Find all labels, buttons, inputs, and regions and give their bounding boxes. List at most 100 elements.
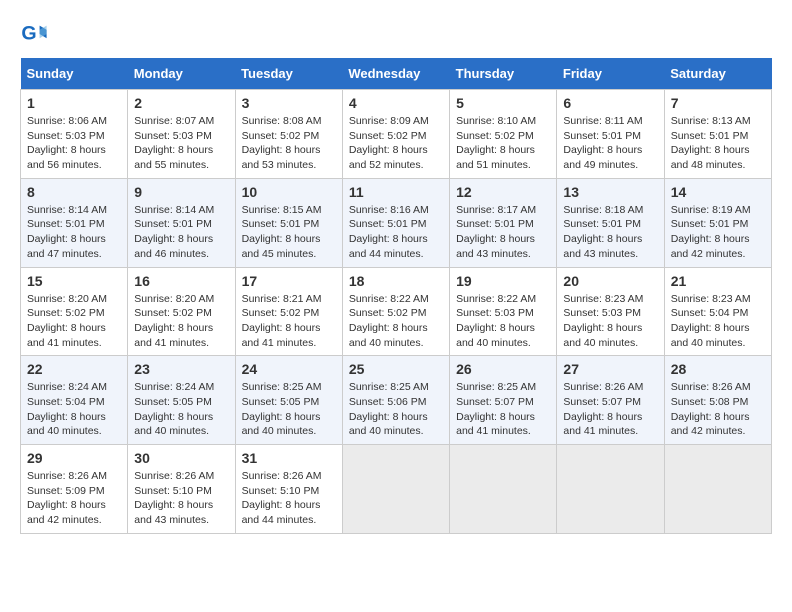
day-number: 15 (27, 273, 121, 289)
day-number: 2 (134, 95, 228, 111)
calendar-cell: 20 Sunrise: 8:23 AM Sunset: 5:03 PM Dayl… (557, 267, 664, 356)
calendar-cell: 2 Sunrise: 8:07 AM Sunset: 5:03 PM Dayli… (128, 90, 235, 179)
day-info: Sunrise: 8:13 AM Sunset: 5:01 PM Dayligh… (671, 114, 765, 173)
calendar-cell: 18 Sunrise: 8:22 AM Sunset: 5:02 PM Dayl… (342, 267, 449, 356)
day-info: Sunrise: 8:19 AM Sunset: 5:01 PM Dayligh… (671, 203, 765, 262)
col-header-tuesday: Tuesday (235, 58, 342, 90)
day-number: 25 (349, 361, 443, 377)
logo-icon: G (20, 20, 48, 48)
day-info: Sunrise: 8:18 AM Sunset: 5:01 PM Dayligh… (563, 203, 657, 262)
calendar-cell: 16 Sunrise: 8:20 AM Sunset: 5:02 PM Dayl… (128, 267, 235, 356)
col-header-thursday: Thursday (450, 58, 557, 90)
week-row-1: 1 Sunrise: 8:06 AM Sunset: 5:03 PM Dayli… (21, 90, 772, 179)
day-info: Sunrise: 8:26 AM Sunset: 5:07 PM Dayligh… (563, 380, 657, 439)
calendar-cell: 12 Sunrise: 8:17 AM Sunset: 5:01 PM Dayl… (450, 178, 557, 267)
calendar-table: SundayMondayTuesdayWednesdayThursdayFrid… (20, 58, 772, 534)
calendar-cell: 28 Sunrise: 8:26 AM Sunset: 5:08 PM Dayl… (664, 356, 771, 445)
day-number: 7 (671, 95, 765, 111)
day-info: Sunrise: 8:22 AM Sunset: 5:02 PM Dayligh… (349, 292, 443, 351)
day-number: 13 (563, 184, 657, 200)
day-number: 27 (563, 361, 657, 377)
calendar-cell: 9 Sunrise: 8:14 AM Sunset: 5:01 PM Dayli… (128, 178, 235, 267)
day-info: Sunrise: 8:24 AM Sunset: 5:04 PM Dayligh… (27, 380, 121, 439)
day-number: 10 (242, 184, 336, 200)
calendar-cell (557, 445, 664, 534)
day-number: 28 (671, 361, 765, 377)
header-row: SundayMondayTuesdayWednesdayThursdayFrid… (21, 58, 772, 90)
day-number: 6 (563, 95, 657, 111)
calendar-cell: 3 Sunrise: 8:08 AM Sunset: 5:02 PM Dayli… (235, 90, 342, 179)
day-info: Sunrise: 8:20 AM Sunset: 5:02 PM Dayligh… (27, 292, 121, 351)
day-info: Sunrise: 8:23 AM Sunset: 5:04 PM Dayligh… (671, 292, 765, 351)
calendar-cell: 7 Sunrise: 8:13 AM Sunset: 5:01 PM Dayli… (664, 90, 771, 179)
day-number: 5 (456, 95, 550, 111)
calendar-cell: 5 Sunrise: 8:10 AM Sunset: 5:02 PM Dayli… (450, 90, 557, 179)
day-info: Sunrise: 8:17 AM Sunset: 5:01 PM Dayligh… (456, 203, 550, 262)
day-info: Sunrise: 8:26 AM Sunset: 5:09 PM Dayligh… (27, 469, 121, 528)
day-info: Sunrise: 8:10 AM Sunset: 5:02 PM Dayligh… (456, 114, 550, 173)
day-info: Sunrise: 8:06 AM Sunset: 5:03 PM Dayligh… (27, 114, 121, 173)
day-number: 9 (134, 184, 228, 200)
day-info: Sunrise: 8:26 AM Sunset: 5:08 PM Dayligh… (671, 380, 765, 439)
col-header-sunday: Sunday (21, 58, 128, 90)
calendar-cell (342, 445, 449, 534)
calendar-cell: 22 Sunrise: 8:24 AM Sunset: 5:04 PM Dayl… (21, 356, 128, 445)
calendar-cell: 13 Sunrise: 8:18 AM Sunset: 5:01 PM Dayl… (557, 178, 664, 267)
page-header: G (20, 20, 772, 48)
day-info: Sunrise: 8:07 AM Sunset: 5:03 PM Dayligh… (134, 114, 228, 173)
day-info: Sunrise: 8:15 AM Sunset: 5:01 PM Dayligh… (242, 203, 336, 262)
week-row-4: 22 Sunrise: 8:24 AM Sunset: 5:04 PM Dayl… (21, 356, 772, 445)
calendar-cell: 29 Sunrise: 8:26 AM Sunset: 5:09 PM Dayl… (21, 445, 128, 534)
calendar-cell: 25 Sunrise: 8:25 AM Sunset: 5:06 PM Dayl… (342, 356, 449, 445)
col-header-wednesday: Wednesday (342, 58, 449, 90)
day-number: 14 (671, 184, 765, 200)
day-info: Sunrise: 8:11 AM Sunset: 5:01 PM Dayligh… (563, 114, 657, 173)
day-number: 19 (456, 273, 550, 289)
calendar-cell (664, 445, 771, 534)
day-info: Sunrise: 8:09 AM Sunset: 5:02 PM Dayligh… (349, 114, 443, 173)
calendar-cell (450, 445, 557, 534)
calendar-cell: 23 Sunrise: 8:24 AM Sunset: 5:05 PM Dayl… (128, 356, 235, 445)
day-number: 3 (242, 95, 336, 111)
day-info: Sunrise: 8:22 AM Sunset: 5:03 PM Dayligh… (456, 292, 550, 351)
day-number: 16 (134, 273, 228, 289)
calendar-cell: 1 Sunrise: 8:06 AM Sunset: 5:03 PM Dayli… (21, 90, 128, 179)
calendar-cell: 6 Sunrise: 8:11 AM Sunset: 5:01 PM Dayli… (557, 90, 664, 179)
calendar-cell: 30 Sunrise: 8:26 AM Sunset: 5:10 PM Dayl… (128, 445, 235, 534)
day-info: Sunrise: 8:25 AM Sunset: 5:06 PM Dayligh… (349, 380, 443, 439)
day-number: 24 (242, 361, 336, 377)
day-number: 1 (27, 95, 121, 111)
calendar-cell: 11 Sunrise: 8:16 AM Sunset: 5:01 PM Dayl… (342, 178, 449, 267)
week-row-2: 8 Sunrise: 8:14 AM Sunset: 5:01 PM Dayli… (21, 178, 772, 267)
calendar-cell: 17 Sunrise: 8:21 AM Sunset: 5:02 PM Dayl… (235, 267, 342, 356)
day-number: 17 (242, 273, 336, 289)
day-info: Sunrise: 8:23 AM Sunset: 5:03 PM Dayligh… (563, 292, 657, 351)
day-info: Sunrise: 8:26 AM Sunset: 5:10 PM Dayligh… (242, 469, 336, 528)
calendar-cell: 31 Sunrise: 8:26 AM Sunset: 5:10 PM Dayl… (235, 445, 342, 534)
day-number: 20 (563, 273, 657, 289)
col-header-friday: Friday (557, 58, 664, 90)
day-info: Sunrise: 8:14 AM Sunset: 5:01 PM Dayligh… (27, 203, 121, 262)
day-number: 30 (134, 450, 228, 466)
day-number: 11 (349, 184, 443, 200)
day-info: Sunrise: 8:20 AM Sunset: 5:02 PM Dayligh… (134, 292, 228, 351)
day-number: 4 (349, 95, 443, 111)
day-info: Sunrise: 8:25 AM Sunset: 5:05 PM Dayligh… (242, 380, 336, 439)
day-number: 18 (349, 273, 443, 289)
calendar-cell: 21 Sunrise: 8:23 AM Sunset: 5:04 PM Dayl… (664, 267, 771, 356)
day-number: 22 (27, 361, 121, 377)
day-info: Sunrise: 8:14 AM Sunset: 5:01 PM Dayligh… (134, 203, 228, 262)
week-row-3: 15 Sunrise: 8:20 AM Sunset: 5:02 PM Dayl… (21, 267, 772, 356)
calendar-cell: 19 Sunrise: 8:22 AM Sunset: 5:03 PM Dayl… (450, 267, 557, 356)
day-info: Sunrise: 8:16 AM Sunset: 5:01 PM Dayligh… (349, 203, 443, 262)
col-header-monday: Monday (128, 58, 235, 90)
calendar-cell: 26 Sunrise: 8:25 AM Sunset: 5:07 PM Dayl… (450, 356, 557, 445)
day-info: Sunrise: 8:26 AM Sunset: 5:10 PM Dayligh… (134, 469, 228, 528)
calendar-cell: 4 Sunrise: 8:09 AM Sunset: 5:02 PM Dayli… (342, 90, 449, 179)
day-number: 8 (27, 184, 121, 200)
day-info: Sunrise: 8:08 AM Sunset: 5:02 PM Dayligh… (242, 114, 336, 173)
day-number: 26 (456, 361, 550, 377)
calendar-cell: 8 Sunrise: 8:14 AM Sunset: 5:01 PM Dayli… (21, 178, 128, 267)
day-number: 31 (242, 450, 336, 466)
day-info: Sunrise: 8:25 AM Sunset: 5:07 PM Dayligh… (456, 380, 550, 439)
